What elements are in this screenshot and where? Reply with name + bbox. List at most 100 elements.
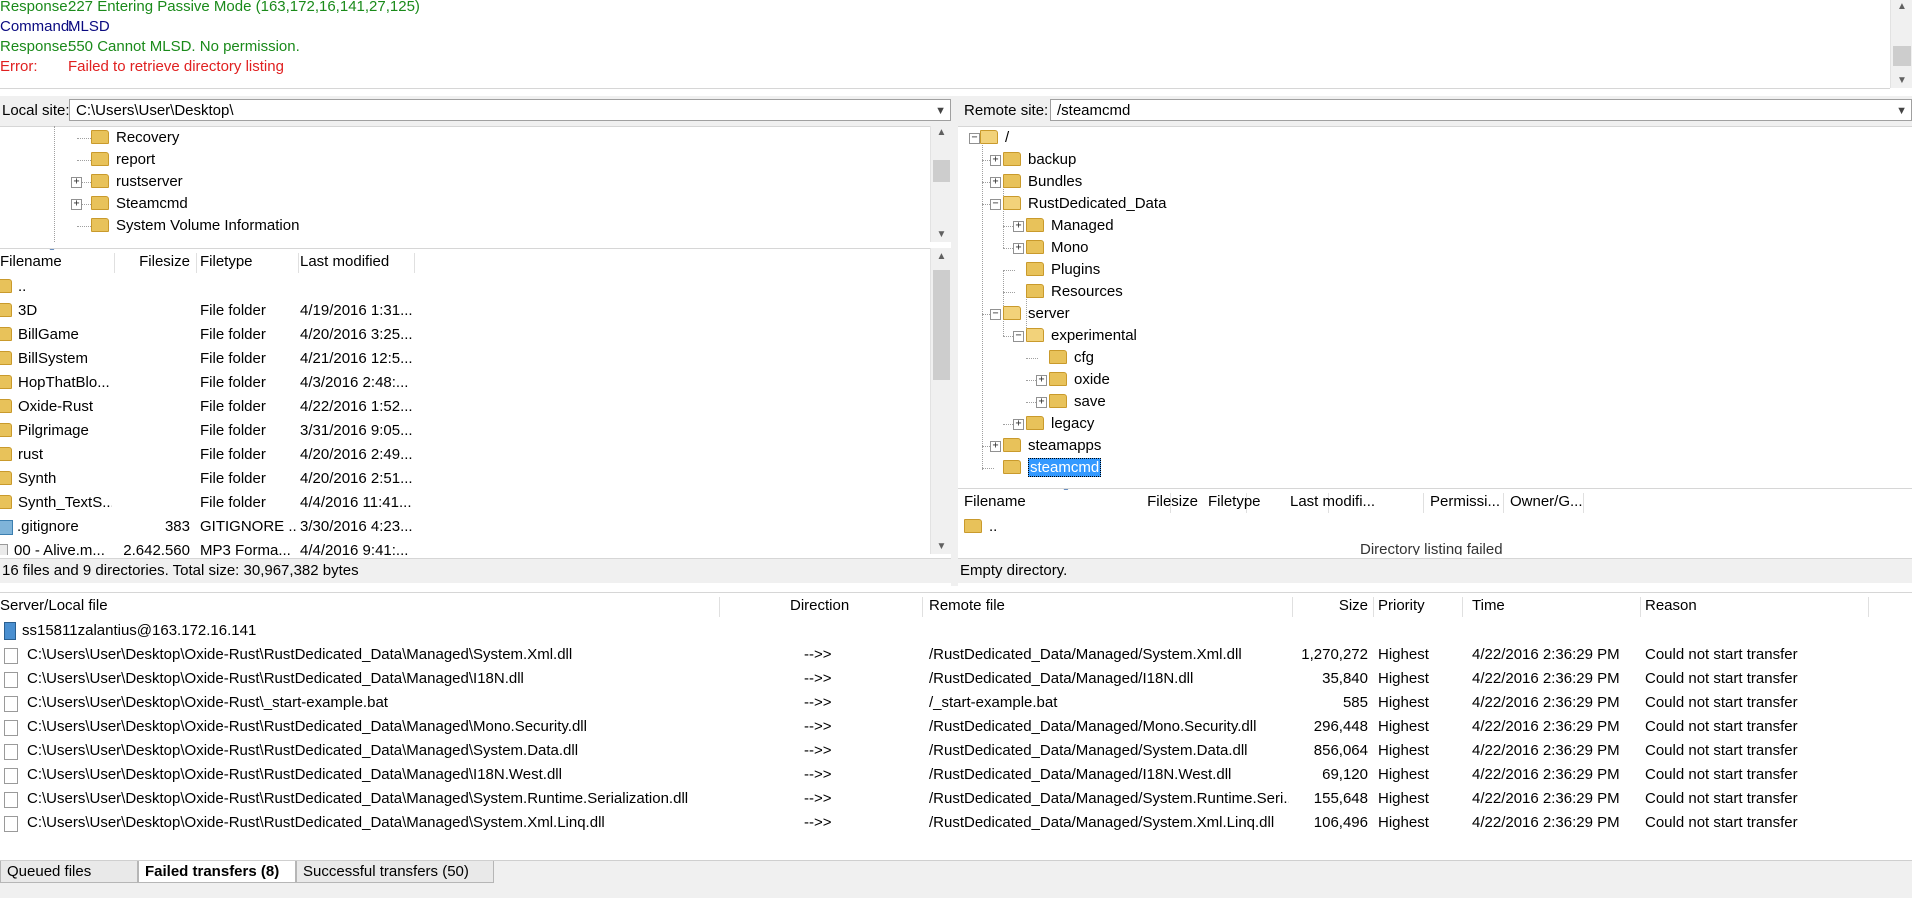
- column-owner-group[interactable]: Owner/G...: [1510, 489, 1586, 515]
- chevron-down-icon[interactable]: ▼: [1896, 100, 1907, 122]
- chevron-down-icon[interactable]: ▼: [935, 100, 946, 122]
- remote-tree-item[interactable]: oxide: [1049, 369, 1110, 391]
- scroll-thumb[interactable]: [933, 160, 950, 182]
- local-file-row[interactable]: 3D File folder 4/19/2016 1:31...: [0, 299, 930, 323]
- scroll-up-arrow[interactable]: ▲: [1891, 0, 1912, 14]
- local-files-scrollbar[interactable]: ▲ ▼: [930, 248, 952, 554]
- column-size[interactable]: Size: [1300, 593, 1368, 619]
- local-site-path-input[interactable]: C:\Users\User\Desktop\ ▼: [69, 99, 951, 121]
- message-log-scrollbar[interactable]: ▲ ▼: [1890, 0, 1912, 88]
- pane-splitter[interactable]: [951, 96, 958, 586]
- tab-successful-transfers[interactable]: Successful transfers (50): [296, 861, 494, 883]
- local-file-row[interactable]: Oxide-Rust File folder 4/22/2016 1:52...: [0, 395, 930, 419]
- remote-site-path-input[interactable]: /steamcmd ▼: [1050, 99, 1912, 121]
- column-filesize[interactable]: Filesize: [1128, 489, 1198, 515]
- local-tree-item[interactable]: Steamcmd: [91, 193, 188, 215]
- local-tree-item[interactable]: rustserver: [91, 171, 183, 193]
- queue-row[interactable]: C:\Users\User\Desktop\Oxide-Rust\_start-…: [0, 691, 1912, 715]
- tab-failed-transfers[interactable]: Failed transfers (8): [138, 861, 296, 883]
- remote-tree-item[interactable]: /: [980, 127, 1009, 149]
- scroll-up-arrow[interactable]: ▲: [931, 250, 952, 264]
- local-file-row[interactable]: Synth_TextS... File folder 4/4/2016 11:41.…: [0, 491, 930, 515]
- local-file-row[interactable]: rust File folder 4/20/2016 2:49...: [0, 443, 930, 467]
- column-reason[interactable]: Reason: [1645, 593, 1845, 619]
- remote-tree-item[interactable]: Managed: [1026, 215, 1114, 237]
- queue-row[interactable]: C:\Users\User\Desktop\Oxide-Rust\RustDed…: [0, 643, 1912, 667]
- column-time[interactable]: Time: [1472, 593, 1632, 619]
- remote-tree-item[interactable]: Plugins: [1026, 259, 1100, 281]
- collapse-icon[interactable]: −: [1013, 331, 1024, 342]
- queue-direction: -->>: [804, 670, 832, 687]
- expand-icon[interactable]: +: [990, 441, 1001, 452]
- queue-row[interactable]: C:\Users\User\Desktop\Oxide-Rust\RustDed…: [0, 715, 1912, 739]
- remote-tree-item[interactable]: Mono: [1026, 237, 1089, 259]
- remote-tree-item[interactable]: experimental: [1026, 325, 1137, 347]
- local-tree-item[interactable]: System Volume Information: [91, 215, 299, 237]
- column-filetype[interactable]: Filetype: [1208, 489, 1284, 515]
- local-file-row[interactable]: BillGame File folder 4/20/2016 3:25...: [0, 323, 930, 347]
- file-modified: 4/4/2016 11:41...: [300, 494, 412, 511]
- column-filename[interactable]: Filename: [0, 249, 112, 275]
- column-filetype[interactable]: Filetype: [200, 249, 296, 275]
- remote-tree-item[interactable]: steamapps: [1003, 435, 1101, 457]
- audio-file-icon: [0, 543, 8, 555]
- scroll-thumb[interactable]: [933, 270, 950, 380]
- remote-tree-item[interactable]: Resources: [1026, 281, 1123, 303]
- remote-tree-item[interactable]: steamcmd: [1003, 457, 1102, 479]
- expand-icon[interactable]: +: [71, 177, 82, 188]
- scroll-down-arrow[interactable]: ▼: [931, 540, 952, 554]
- expand-icon[interactable]: +: [1013, 243, 1024, 254]
- scroll-thumb[interactable]: [1893, 46, 1911, 66]
- local-tree-item[interactable]: report: [91, 149, 155, 171]
- scroll-down-arrow[interactable]: ▼: [1891, 74, 1912, 88]
- column-permissions[interactable]: Permissi...: [1430, 489, 1506, 515]
- column-filesize[interactable]: Filesize: [112, 249, 190, 275]
- queue-row[interactable]: C:\Users\User\Desktop\Oxide-Rust\RustDed…: [0, 667, 1912, 691]
- column-filename[interactable]: Filename: [964, 489, 1124, 515]
- local-file-row[interactable]: 00 - Alive.m... 2,642,560 MP3 Forma... 4/4/…: [0, 539, 930, 555]
- expand-icon[interactable]: +: [990, 155, 1001, 166]
- local-file-row[interactable]: Synth File folder 4/20/2016 2:51...: [0, 467, 930, 491]
- queue-local-file: C:\Users\User\Desktop\Oxide-Rust\RustDed…: [27, 766, 562, 783]
- local-file-row[interactable]: ..: [0, 275, 930, 299]
- collapse-icon[interactable]: −: [990, 199, 1001, 210]
- queue-server-row[interactable]: ss15811zalantius@163.172.16.141: [0, 619, 256, 643]
- scroll-down-arrow[interactable]: ▼: [931, 228, 952, 242]
- queue-row[interactable]: C:\Users\User\Desktop\Oxide-Rust\RustDed…: [0, 811, 1912, 835]
- local-file-row[interactable]: BillSystem File folder 4/21/2016 12:5...: [0, 347, 930, 371]
- column-last-modified[interactable]: Last modified: [300, 249, 412, 275]
- tab-queued-files[interactable]: Queued files: [0, 861, 138, 883]
- local-tree-item[interactable]: Recovery: [91, 127, 179, 149]
- collapse-icon[interactable]: −: [969, 133, 980, 144]
- remote-tree-item[interactable]: Bundles: [1003, 171, 1082, 193]
- local-file-row[interactable]: HopThatBlo... File folder 4/3/2016 2:48:..…: [0, 371, 930, 395]
- expand-icon[interactable]: +: [71, 199, 82, 210]
- local-tree-scrollbar[interactable]: ▲ ▼: [930, 126, 952, 242]
- column-priority[interactable]: Priority: [1378, 593, 1458, 619]
- local-tree-item-label: rustserver: [116, 173, 183, 190]
- expand-icon[interactable]: +: [1036, 375, 1047, 386]
- remote-tree-item[interactable]: backup: [1003, 149, 1076, 171]
- column-server-local-file[interactable]: Server/Local file: [0, 593, 700, 619]
- remote-tree-item[interactable]: cfg: [1049, 347, 1094, 369]
- remote-tree-item[interactable]: RustDedicated_Data: [1003, 193, 1166, 215]
- local-file-row[interactable]: .gitignore 383 GITIGNORE ... 3/30/2016 4:23…: [0, 515, 930, 539]
- remote-file-row[interactable]: ..: [958, 515, 1912, 539]
- remote-tree-item[interactable]: legacy: [1026, 413, 1094, 435]
- remote-tree-item[interactable]: save: [1049, 391, 1106, 413]
- expand-icon[interactable]: +: [990, 177, 1001, 188]
- queue-row[interactable]: C:\Users\User\Desktop\Oxide-Rust\RustDed…: [0, 739, 1912, 763]
- local-file-row[interactable]: Pilgrimage File folder 3/31/2016 9:05...: [0, 419, 930, 443]
- column-last-modified[interactable]: Last modifi...: [1290, 489, 1380, 515]
- expand-icon[interactable]: +: [1013, 221, 1024, 232]
- expand-icon[interactable]: +: [1013, 419, 1024, 430]
- remote-tree-item[interactable]: server: [1003, 303, 1070, 325]
- folder-icon: [0, 399, 12, 414]
- queue-row[interactable]: C:\Users\User\Desktop\Oxide-Rust\RustDed…: [0, 763, 1912, 787]
- queue-row[interactable]: C:\Users\User\Desktop\Oxide-Rust\RustDed…: [0, 787, 1912, 811]
- column-direction[interactable]: Direction: [790, 593, 890, 619]
- column-remote-file[interactable]: Remote file: [929, 593, 1289, 619]
- collapse-icon[interactable]: −: [990, 309, 1001, 320]
- scroll-up-arrow[interactable]: ▲: [931, 126, 952, 140]
- expand-icon[interactable]: +: [1036, 397, 1047, 408]
